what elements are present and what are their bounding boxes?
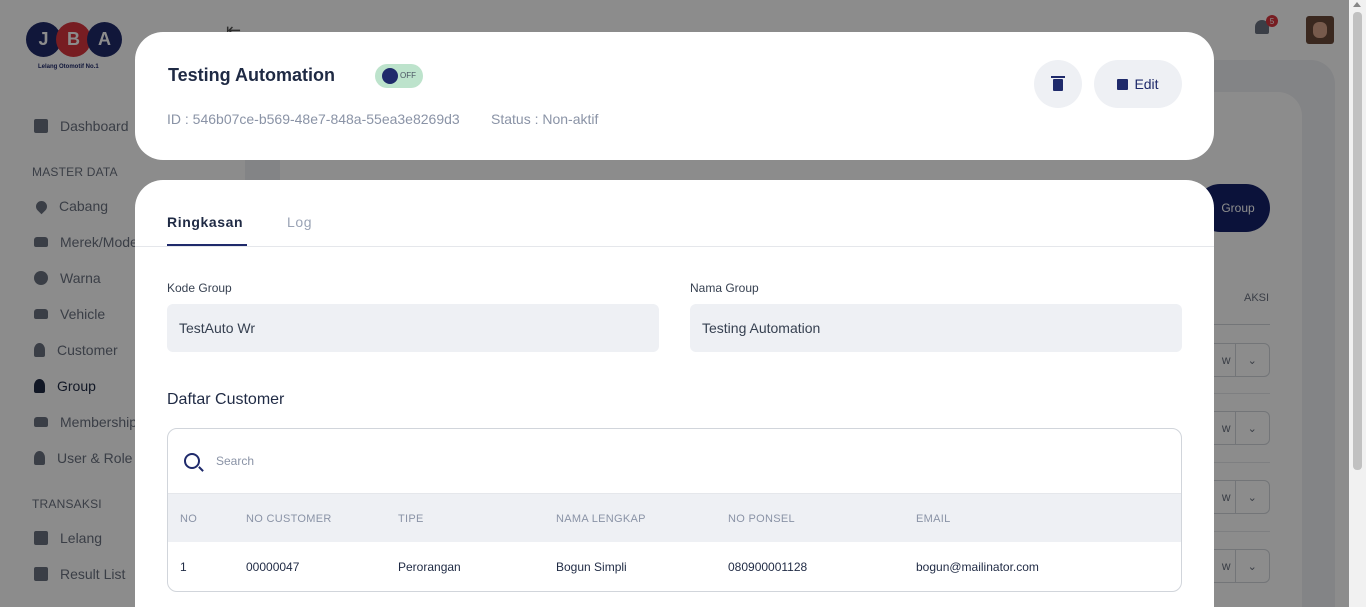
tab-ringkasan[interactable]: Ringkasan [167,214,243,230]
edit-button[interactable]: Edit [1094,60,1182,108]
column-header-tipe[interactable]: TIPE [398,513,424,525]
table-row[interactable]: 1 00000047 Perorangan Bogun Simpli 08090… [168,542,1181,591]
scroll-up-arrow-icon[interactable] [1353,2,1361,7]
tab-log[interactable]: Log [287,214,312,230]
kode-group-field: TestAuto Wr [167,304,659,352]
kode-group-label: Kode Group [167,281,232,295]
edit-icon [1117,78,1129,90]
status-toggle[interactable]: OFF [375,64,423,88]
cell-no-ponsel: 080900001128 [728,560,808,574]
group-status: Status : Non-aktif [491,111,599,127]
cell-no-customer: 00000047 [246,560,300,574]
column-header-no[interactable]: NO [180,513,197,525]
edit-button-label: Edit [1134,76,1159,92]
trash-icon [1051,76,1065,91]
group-id: ID : 546b07ce-b569-48e7-848a-55ea3e8269d… [167,111,460,127]
delete-button[interactable] [1034,60,1082,108]
customer-table: NO NO CUSTOMER TIPE NAMA LENGKAP NO PONS… [167,428,1182,592]
cell-tipe: Perorangan [398,560,461,574]
nama-group-label: Nama Group [690,281,759,295]
toggle-knob [382,68,398,84]
cell-no: 1 [180,560,187,574]
column-header-no-customer[interactable]: NO CUSTOMER [246,513,332,525]
search-icon [184,453,200,469]
column-header-nama-lengkap[interactable]: NAMA LENGKAP [556,513,646,525]
group-detail-body: Ringkasan Log Kode Group TestAuto Wr Nam… [135,180,1214,607]
column-header-email[interactable]: EMAIL [916,513,951,525]
search-input[interactable] [216,449,1116,473]
column-header-no-ponsel[interactable]: NO PONSEL [728,513,795,525]
scrollbar-thumb[interactable] [1353,12,1362,470]
search-bar [168,429,1181,494]
nama-group-field: Testing Automation [690,304,1182,352]
tabs-divider [135,246,1214,247]
customer-list-title: Daftar Customer [167,391,285,408]
group-detail-header: Testing Automation OFF ID : 546b07ce-b56… [135,32,1214,160]
page-scrollbar[interactable] [1349,0,1366,607]
toggle-label: OFF [400,71,416,80]
cell-email: bogun@mailinator.com [916,560,1039,574]
table-header: NO NO CUSTOMER TIPE NAMA LENGKAP NO PONS… [168,494,1181,542]
group-title: Testing Automation [168,65,335,85]
cell-nama-lengkap: Bogun Simpli [556,560,627,574]
